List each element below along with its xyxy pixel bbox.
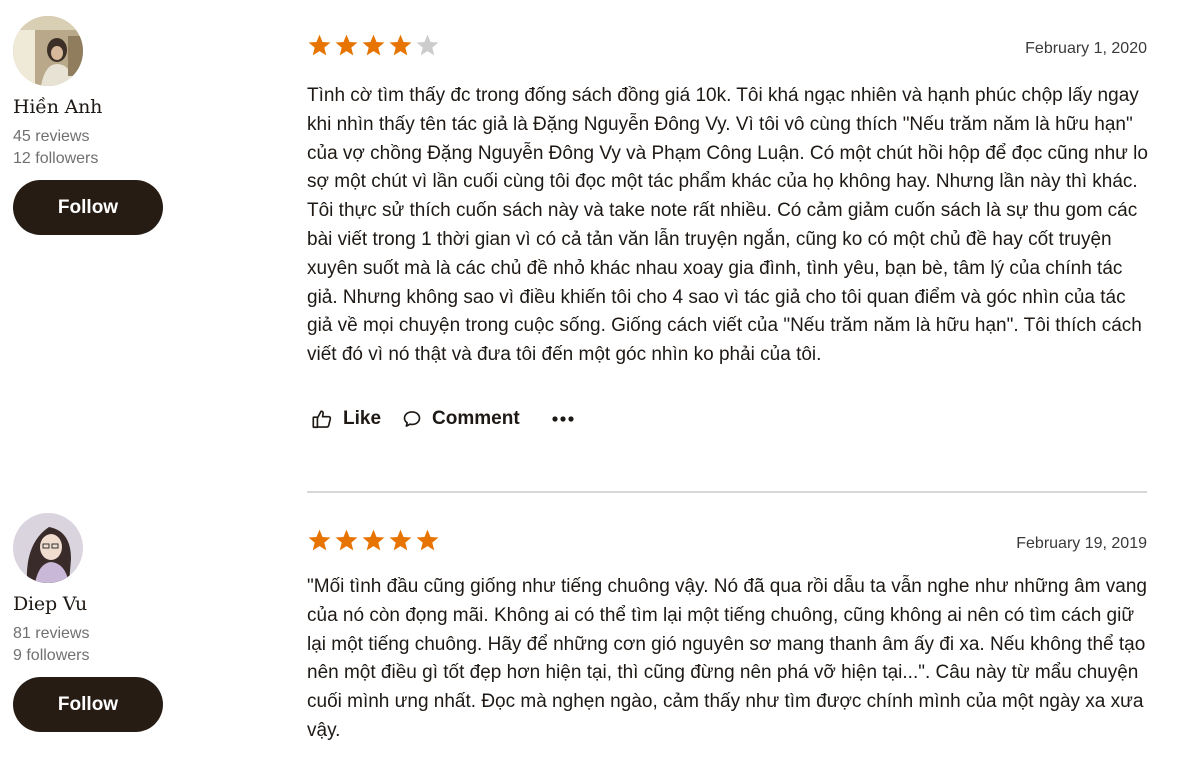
reviewer-profile: Diep Vu 81 reviews 9 followers Follow [13, 513, 183, 732]
review-actions: Like Comment [307, 406, 1147, 432]
follow-button[interactable]: Follow [13, 180, 163, 235]
star-icon [389, 34, 412, 56]
more-options-icon [552, 416, 574, 422]
star-icon [362, 34, 385, 56]
review-text: "Mối tình đầu cũng giống như tiếng chuôn… [307, 576, 1147, 741]
rating-row: February 1, 2020 [307, 33, 1147, 61]
star-icon [416, 34, 439, 56]
reviewer-reviews-count: 81 reviews [13, 625, 90, 642]
star-icon [416, 529, 439, 551]
reviewer-name[interactable]: Hiền Anh [13, 95, 183, 119]
review-card: Hiền Anh 45 reviews 12 followers Follow … [0, 0, 1182, 492]
review-content: February 1, 2020 Tình cờ tìm thấy đc tro… [307, 33, 1148, 432]
review-card: Diep Vu 81 reviews 9 followers Follow Fe… [0, 492, 1182, 778]
comment-icon [403, 411, 421, 427]
reviewer-avatar[interactable] [13, 513, 83, 583]
like-button[interactable]: Like [311, 408, 381, 430]
reviewer-avatar[interactable] [13, 16, 83, 86]
reviewer-followers-count: 9 followers [13, 647, 90, 664]
reviewer-name[interactable]: Diep Vu [13, 592, 183, 616]
star-rating [307, 33, 1147, 58]
comment-button[interactable]: Comment [402, 408, 520, 430]
star-icon [362, 529, 385, 551]
star-icon [389, 529, 412, 551]
star-icon [308, 34, 331, 56]
review-date[interactable]: February 1, 2020 [1025, 40, 1147, 58]
review-text: Tình cờ tìm thấy đc trong đống sách đồng… [307, 85, 1148, 366]
like-label: Like [343, 407, 382, 429]
review-date[interactable]: February 19, 2019 [1016, 535, 1147, 553]
rating-row: February 19, 2019 [307, 528, 1147, 556]
review-content: February 19, 2019 "Mối tình đầu cũng giố… [307, 528, 1147, 746]
star-icon [335, 529, 358, 551]
thumbs-up-icon [312, 410, 332, 429]
reviewer-followers-count: 12 followers [13, 150, 99, 167]
star-icon [308, 529, 331, 551]
reviewer-reviews-count: 45 reviews [13, 128, 90, 145]
reviewer-profile: Hiền Anh 45 reviews 12 followers Follow [13, 16, 183, 235]
comment-label: Comment [432, 407, 520, 429]
more-options-button[interactable] [552, 415, 584, 423]
follow-button[interactable]: Follow [13, 677, 163, 732]
star-icon [335, 34, 358, 56]
